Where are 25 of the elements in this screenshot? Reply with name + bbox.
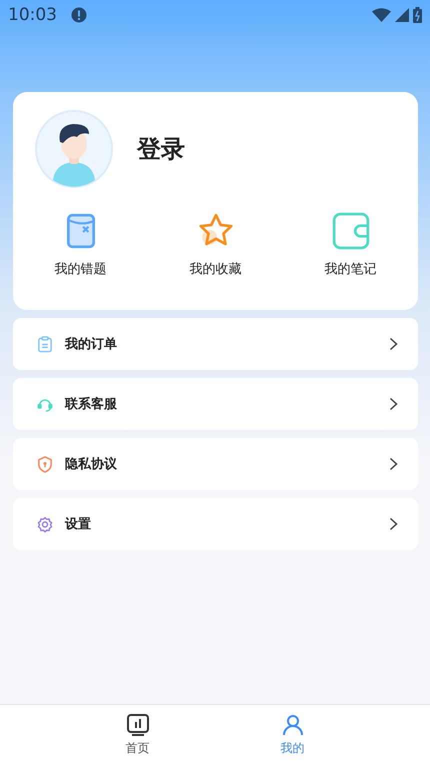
shortcut-button[interactable]: 我的笔记 (283, 212, 418, 278)
shield-icon (37, 456, 53, 472)
menu-item[interactable]: 设置 (13, 498, 418, 550)
alert-icon (71, 7, 87, 23)
menu-item[interactable]: 联系客服 (13, 378, 418, 430)
chart-icon (126, 712, 150, 736)
chevron-right-icon (389, 397, 398, 411)
clipboard-icon (37, 336, 53, 352)
status-time: 10:03 (8, 5, 57, 25)
menu-item[interactable]: 我的订单 (13, 318, 418, 370)
signal-icon (395, 8, 409, 22)
person-icon (280, 712, 304, 736)
avatar-icon (35, 110, 113, 188)
menu-item[interactable]: 隐私协议 (13, 438, 418, 490)
login-link[interactable]: 登录 (137, 133, 185, 165)
chevron-right-icon (389, 517, 398, 531)
tab[interactable]: 首页 (60, 705, 215, 764)
chevron-right-icon (389, 457, 398, 471)
shortcut-button[interactable]: 我的错题 (13, 212, 148, 278)
wifi-icon (372, 8, 391, 22)
shortcut-button[interactable]: 我的收藏 (148, 212, 283, 278)
chevron-right-icon (389, 337, 398, 351)
battery-icon (413, 7, 422, 23)
settings-icon (37, 516, 53, 532)
wallet-icon (332, 212, 370, 250)
